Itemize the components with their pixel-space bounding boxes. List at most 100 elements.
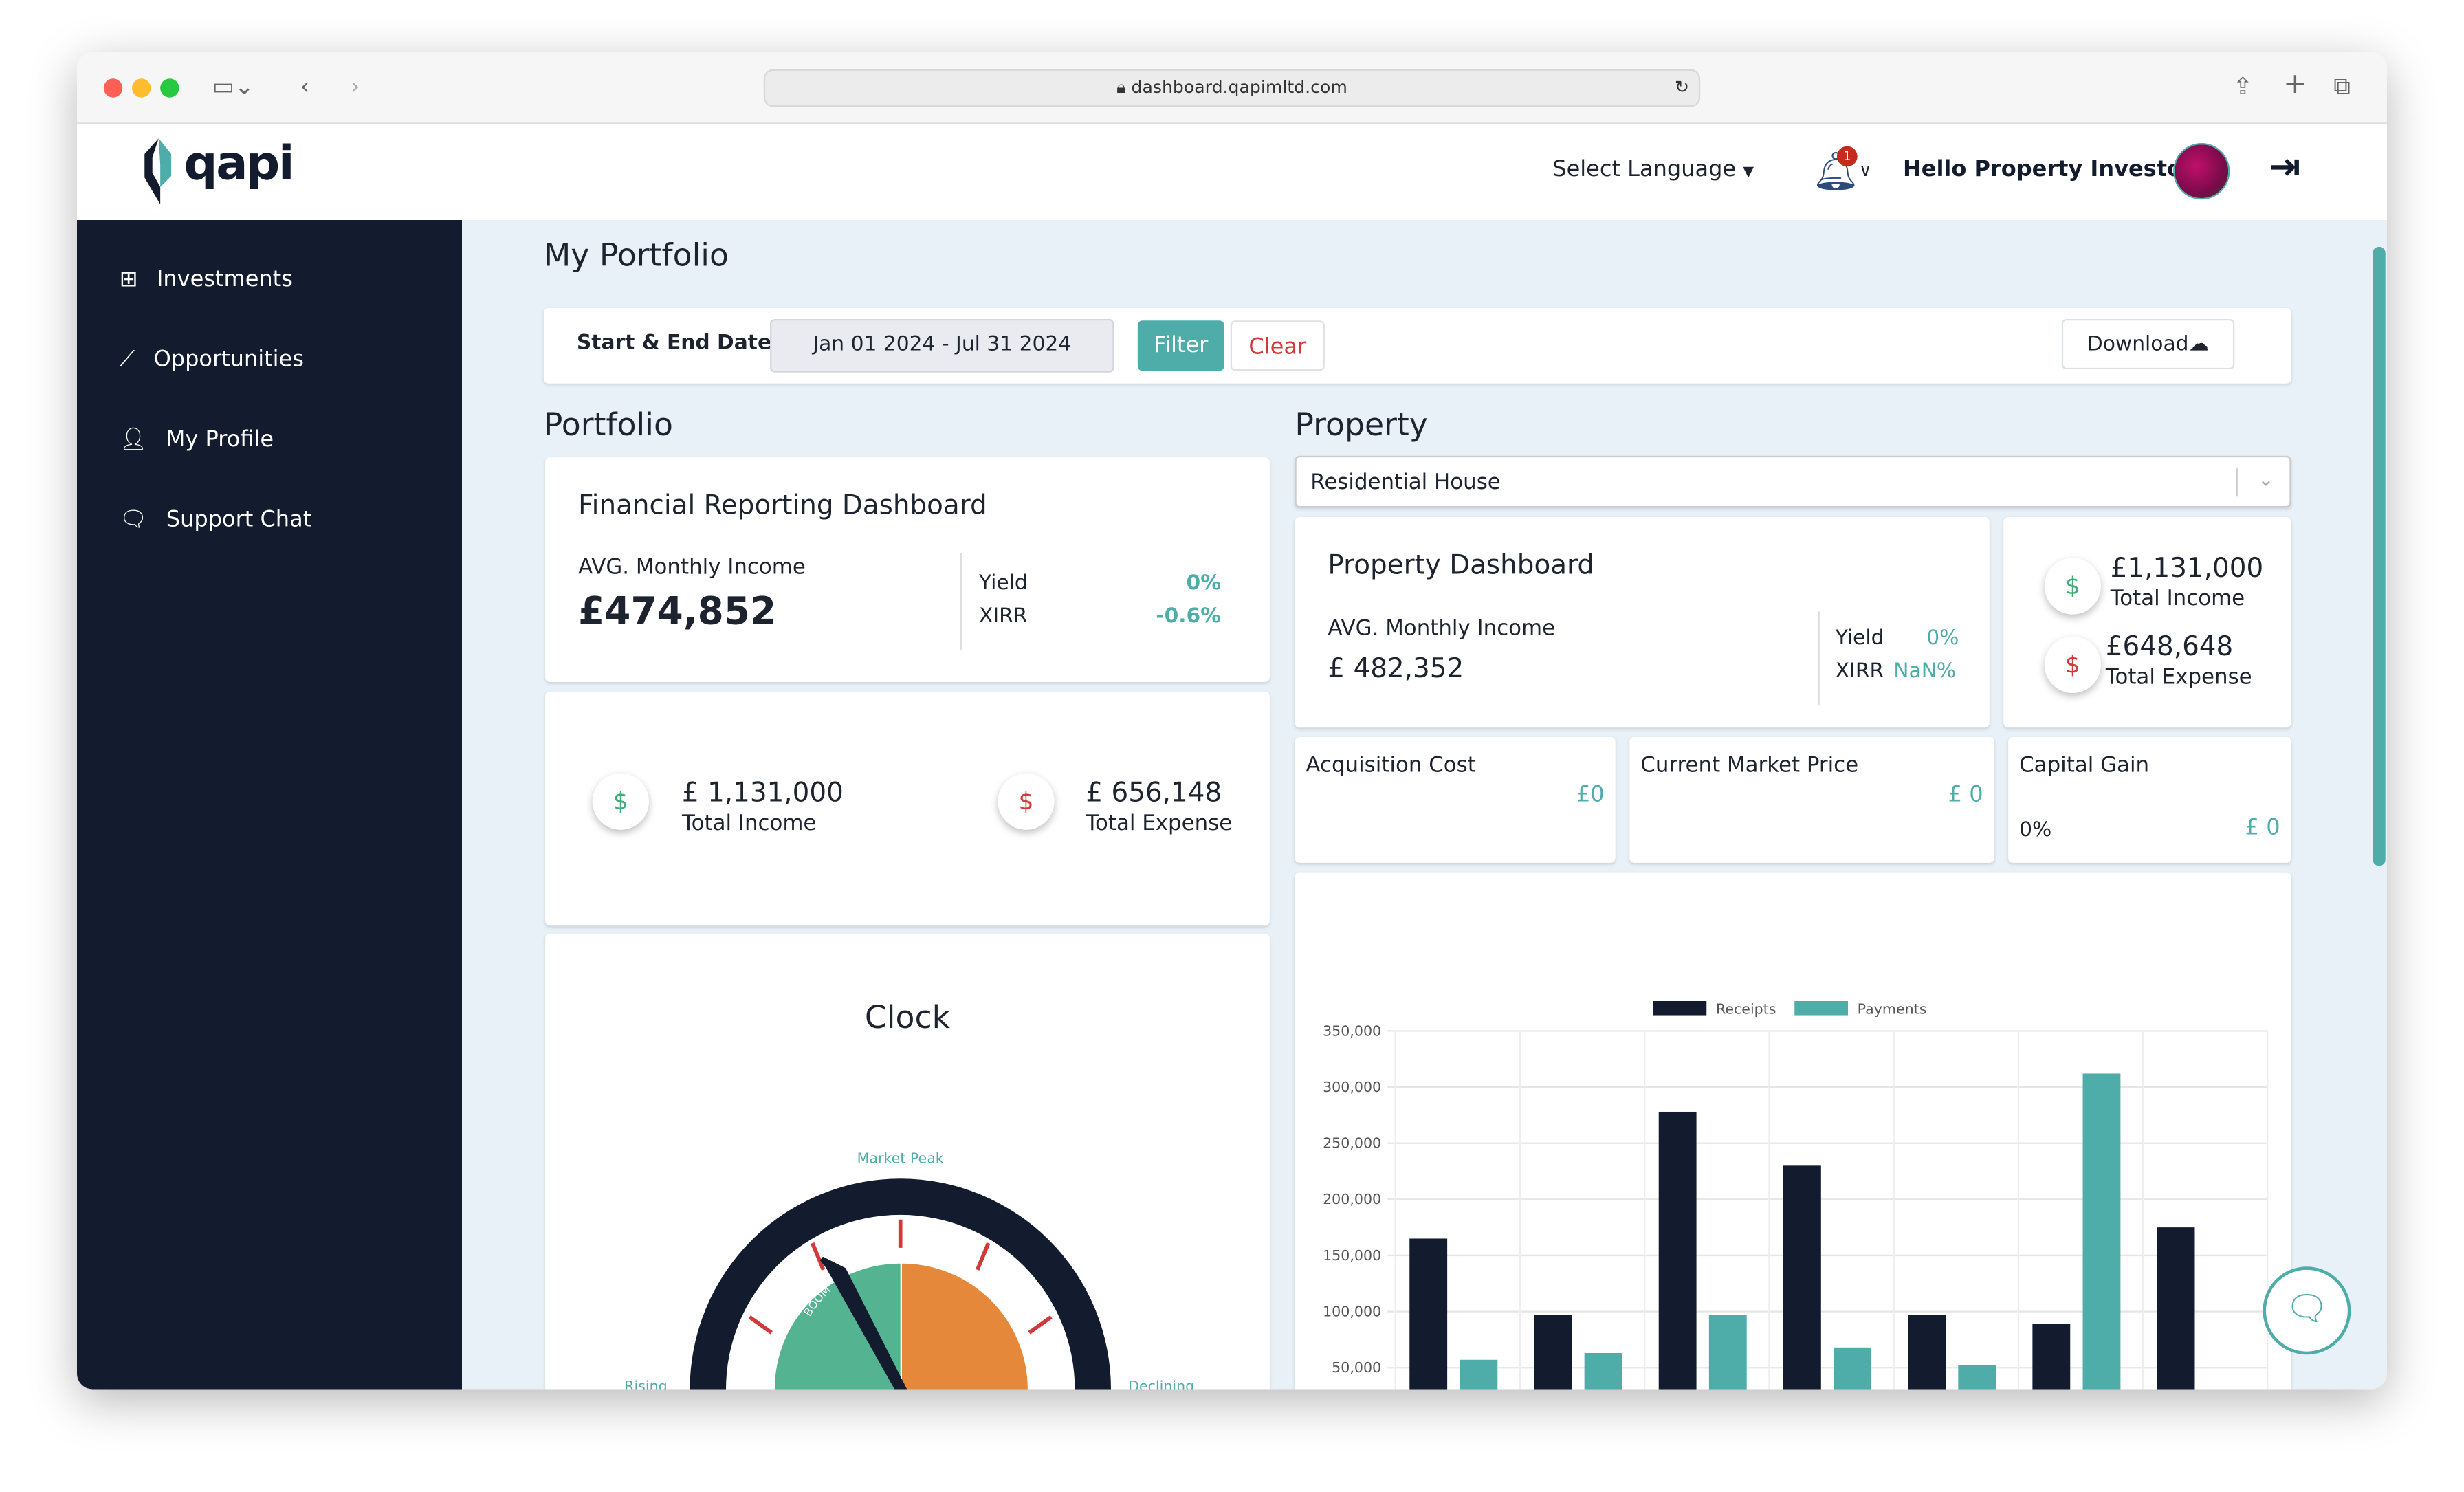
caret-down-icon: ▼	[1743, 164, 1754, 181]
property-select-value: Residential House	[1310, 470, 1501, 495]
date-range-label: Start & End Date	[576, 331, 772, 355]
capital-gain-value: £ 0	[2245, 815, 2280, 841]
y-tick-label: 200,000	[1323, 1191, 1381, 1207]
legend-label-payments: Payments	[1858, 1000, 1927, 1017]
legend-swatch-payments	[1794, 1000, 1848, 1016]
app-header: qapi Select Language ▼ 🔔︎ 1 ∨ Hello Prop…	[76, 124, 2387, 220]
clear-button[interactable]: Clear	[1230, 320, 1325, 371]
xirr-label: XIRR	[978, 604, 1028, 629]
xirr-value: NaN%	[1893, 659, 1957, 684]
legend-swatch-receipts	[1653, 1000, 1707, 1016]
language-select[interactable]: Select Language ▼	[1552, 157, 1754, 183]
forward-icon[interactable]: ›	[351, 72, 360, 100]
divider	[960, 553, 962, 651]
yield-value: 0%	[1926, 626, 1959, 651]
logout-icon[interactable]: ⇥	[2269, 144, 2301, 188]
money-bag-income-icon: $	[2044, 558, 2101, 615]
chat-icon: 🗨︎	[2285, 1290, 2329, 1330]
tabs-icon[interactable]: ⧉	[2333, 72, 2350, 100]
bar-payments-4	[1834, 1347, 1871, 1390]
sidebar-item-opportunities[interactable]: ⟋ Opportunities	[120, 347, 304, 373]
bar-payments-1	[1460, 1359, 1498, 1390]
y-tick-label: 100,000	[1323, 1303, 1381, 1319]
money-bag-expense-icon: $	[998, 773, 1055, 830]
greeting: Hello Property Investor	[1902, 157, 2193, 183]
download-button[interactable]: Download☁	[2061, 318, 2235, 370]
chat-icon: 🗨︎	[119, 507, 148, 533]
notification-bell[interactable]: 🔔︎ 1 ∨	[1805, 146, 1881, 200]
browser-window: ▭⌄ ‹ › 🔒︎ dashboard.qapimltd.com ↻ ⇪ + ⧉ …	[76, 52, 2387, 1390]
download-label: Download	[2087, 333, 2189, 357]
total-expense-value: £ 656,148	[1086, 778, 1222, 810]
portfolio-totals-card: $ £ 1,131,000 Total Income $ £ 656,148 T…	[545, 691, 1270, 926]
user-icon: 👤︎	[119, 427, 148, 453]
market-clock-gauge: APPROACHING MARKET PEAK STARTING TO DECL…	[624, 1150, 1194, 1390]
bar-receipts-7	[2157, 1227, 2195, 1390]
bar-payments-5	[1958, 1365, 1996, 1390]
lock-icon: 🔒︎	[1116, 76, 1132, 98]
page-title: My Portfolio	[543, 235, 729, 274]
capital-gain-percent: 0%	[2019, 818, 2052, 843]
qapi-logo[interactable]: qapi	[140, 137, 320, 206]
sidebar-toggle-icon[interactable]: ▭⌄	[212, 72, 254, 100]
property-totals-card: $ £1,131,000 Total Income $ £648,648 Tot…	[2003, 516, 2291, 728]
gauge-slowdown-sector	[901, 1263, 1028, 1390]
capital-gain-label: Capital Gain	[2019, 752, 2150, 778]
maximize-window-button[interactable]	[160, 78, 179, 98]
chevron-down-icon: ∨	[1858, 160, 1872, 181]
browser-titlebar: ▭⌄ ‹ › 🔒︎ dashboard.qapimltd.com ↻ ⇪ + ⧉	[76, 52, 2387, 124]
reload-icon[interactable]: ↻	[1675, 71, 1689, 105]
y-tick-label: 150,000	[1323, 1247, 1381, 1264]
divider	[2236, 468, 2238, 497]
bar-receipts-4	[1783, 1165, 1821, 1390]
y-tick-label: 50,000	[1332, 1359, 1381, 1376]
total-income-label: Total Income	[681, 811, 817, 836]
sidebar-item-label: My Profile	[166, 427, 274, 453]
bar-payments-2	[1584, 1352, 1622, 1390]
new-tab-icon[interactable]: +	[2283, 67, 2307, 100]
yield-value: 0%	[1186, 571, 1221, 596]
market-peak-label: Market Peak	[857, 1150, 944, 1166]
y-tick-label: 350,000	[1323, 1022, 1381, 1039]
minimize-window-button[interactable]	[131, 78, 151, 98]
filter-button[interactable]: Filter	[1137, 320, 1224, 371]
svg-text:qapi: qapi	[184, 137, 293, 191]
sidebar-item-support-chat[interactable]: 🗨︎ Support Chat	[120, 507, 312, 533]
avatar[interactable]	[2173, 142, 2230, 200]
share-icon[interactable]: ⇪	[2233, 72, 2253, 100]
total-income-label: Total Income	[2110, 586, 2245, 612]
scrollbar-thumb[interactable]	[2373, 246, 2386, 866]
sidebar-item-label: Investments	[156, 267, 293, 293]
chevron-down-icon: ⌄	[2258, 468, 2274, 491]
capital-gain-card: Capital Gain 0% £ 0	[2008, 736, 2291, 863]
address-bar[interactable]: 🔒︎ dashboard.qapimltd.com ↻	[763, 69, 1701, 107]
avg-income-value: £ 482,352	[1328, 653, 1464, 685]
sidebar-item-my-profile[interactable]: 👤︎ My Profile	[120, 428, 274, 453]
grid-icon: ⊞	[119, 267, 138, 293]
total-income-value: £ 1,131,000	[681, 778, 844, 810]
property-dashboard-card: Property Dashboard AVG. Monthly Income £…	[1295, 516, 1990, 728]
card-title: Financial Reporting Dashboard	[578, 490, 987, 522]
property-select[interactable]: Residential House ⌄	[1295, 455, 2291, 508]
clock-card: Clock APPROACHING MARKET PEAK STARTING T…	[545, 933, 1270, 1390]
bar-receipts-1	[1409, 1238, 1448, 1390]
bar-receipts-2	[1534, 1315, 1572, 1390]
chat-bubble-button[interactable]: 🗨︎	[2263, 1266, 2351, 1355]
close-window-button[interactable]	[103, 78, 123, 98]
avg-income-value: £474,852	[578, 589, 777, 634]
xirr-value: -0.6%	[1156, 604, 1221, 629]
bar-payments-3	[1708, 1315, 1747, 1390]
chart-line-icon: ⟋	[119, 347, 135, 373]
bar-receipts-5	[1908, 1315, 1946, 1390]
back-icon[interactable]: ‹	[300, 72, 310, 100]
total-expense-label: Total Expense	[2105, 664, 2252, 690]
money-bag-expense-icon: $	[2044, 636, 2101, 693]
financial-reporting-card: Financial Reporting Dashboard AVG. Month…	[545, 457, 1270, 682]
total-expense-label: Total Expense	[1086, 811, 1233, 836]
date-range-input[interactable]: Jan 01 2024 - Jul 31 2024	[769, 318, 1114, 373]
card-title: Property Dashboard	[1328, 549, 1595, 582]
notification-badge: 1	[1836, 146, 1858, 167]
sidebar-item-investments[interactable]: ⊞ Investments	[120, 267, 293, 293]
url-text: dashboard.qapimltd.com	[1131, 76, 1348, 98]
receipts-payments-chart-card: 050,000100,000150,000200,000250,000300,0…	[1295, 872, 2291, 1390]
